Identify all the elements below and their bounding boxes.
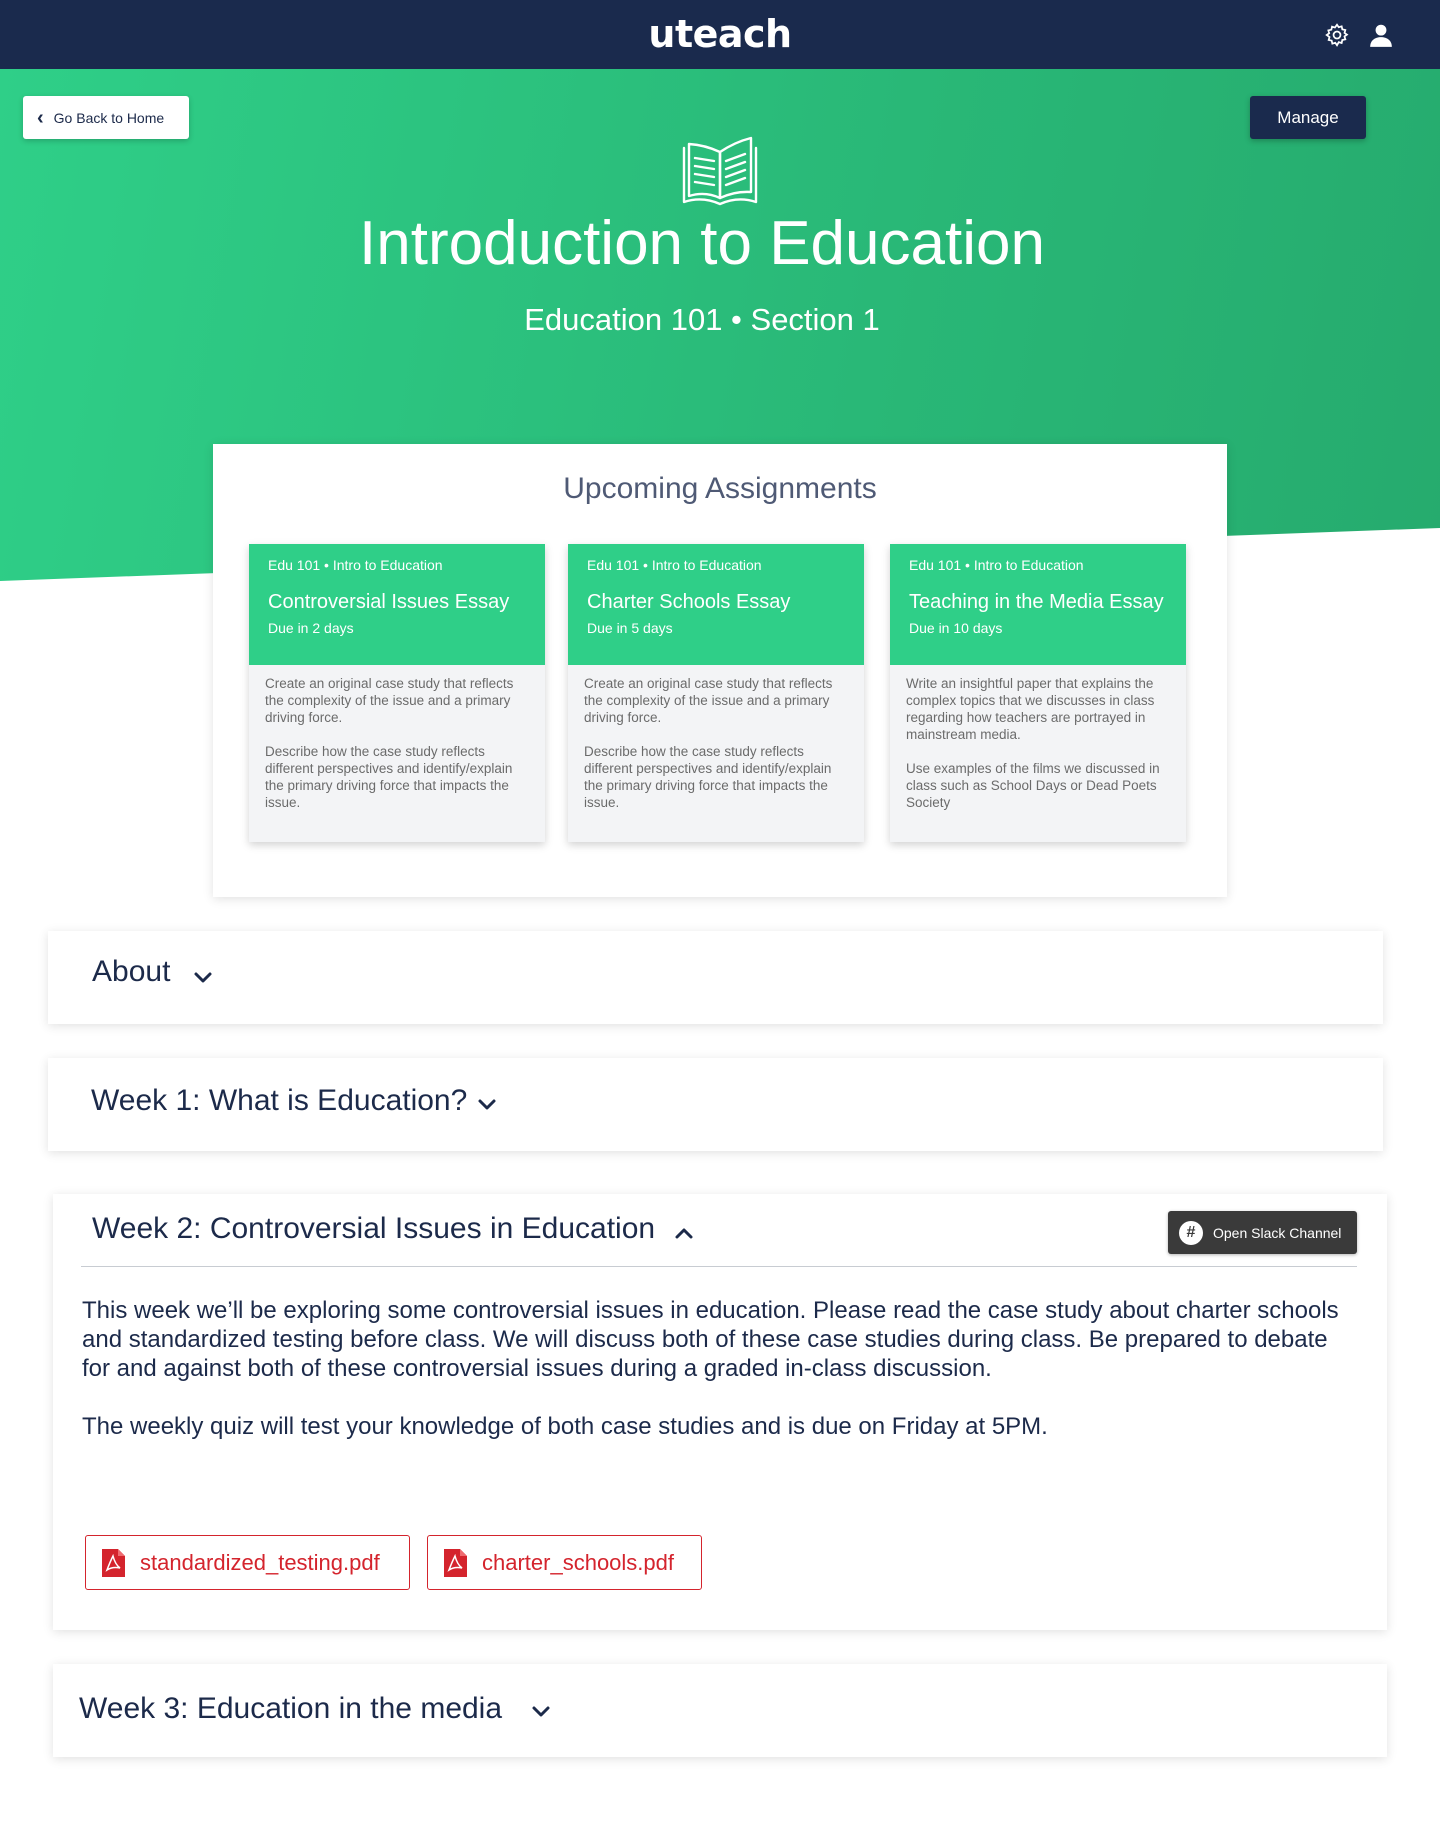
- assignment-title: Controversial Issues Essay: [268, 591, 510, 613]
- pdf-file-name: charter_schools.pdf: [482, 1549, 674, 1575]
- chevron-down-icon[interactable]: [192, 971, 214, 985]
- assignment-description: Create an original case study that refle…: [265, 676, 514, 810]
- assignment-card-header: Edu 101 • Intro to Education Controversi…: [249, 544, 545, 665]
- assignment-card[interactable]: Edu 101 • Intro to Education Teaching in…: [890, 544, 1186, 842]
- about-section-title[interactable]: About: [92, 955, 170, 989]
- week2-section-title[interactable]: Week 2: Controversial Issues in Educatio…: [92, 1212, 655, 1246]
- go-back-home-label: Go Back to Home: [53, 109, 165, 126]
- assignment-title: Charter Schools Essay: [587, 591, 791, 613]
- pdf-file-link[interactable]: standardized_testing.pdf: [85, 1535, 410, 1590]
- assignment-course: Edu 101 • Intro to Education: [909, 557, 1084, 573]
- assignment-due: Due in 10 days: [909, 620, 1003, 636]
- about-section: [48, 931, 1383, 1024]
- assignment-course: Edu 101 • Intro to Education: [587, 557, 762, 573]
- slack-icon: #: [1179, 1220, 1203, 1245]
- assignment-course: Edu 101 • Intro to Education: [268, 557, 443, 573]
- chevron-up-icon[interactable]: [673, 1226, 695, 1240]
- course-subtitle: Education 101 • Section 1: [524, 302, 880, 337]
- pdf-file-name: standardized_testing.pdf: [140, 1549, 380, 1575]
- assignment-due: Due in 5 days: [587, 620, 673, 636]
- pdf-file-icon: [444, 1548, 467, 1577]
- gear-icon[interactable]: [1324, 22, 1350, 48]
- uteach-logo[interactable]: uteach: [0, 12, 1440, 56]
- assignment-description: Create an original case study that refle…: [584, 676, 833, 810]
- manage-button[interactable]: Manage: [1250, 96, 1366, 139]
- user-icon[interactable]: [1368, 22, 1394, 48]
- open-slack-channel-button[interactable]: # Open Slack Channel: [1168, 1211, 1357, 1254]
- assignment-card-header: Edu 101 • Intro to Education Charter Sch…: [568, 544, 864, 665]
- course-title: Introduction to Education: [359, 209, 1045, 278]
- open-book-icon: [682, 136, 758, 206]
- top-bar: uteach: [0, 0, 1440, 69]
- pdf-file-link[interactable]: charter_schools.pdf: [427, 1535, 702, 1590]
- open-slack-channel-label: Open Slack Channel: [1213, 1224, 1342, 1241]
- assignment-title: Teaching in the Media Essay: [909, 591, 1164, 613]
- week2-description: This week we’ll be exploring some contro…: [82, 1296, 1352, 1470]
- week2-paragraph: This week we’ll be exploring some contro…: [82, 1297, 1339, 1382]
- upcoming-assignments-heading: Upcoming Assignments: [563, 472, 877, 505]
- assignment-card[interactable]: Edu 101 • Intro to Education Controversi…: [249, 544, 545, 842]
- assignment-description: Write an insightful paper that explains …: [906, 676, 1160, 810]
- week3-section-title[interactable]: Week 3: Education in the media: [79, 1692, 502, 1726]
- upcoming-assignments-panel: Upcoming Assignments Edu 101 • Intro to …: [213, 444, 1227, 897]
- assignment-due: Due in 2 days: [268, 620, 354, 636]
- assignment-card[interactable]: Edu 101 • Intro to Education Charter Sch…: [568, 544, 864, 842]
- section-divider: [81, 1266, 1357, 1267]
- pdf-file-icon: [102, 1548, 125, 1577]
- assignment-card-header: Edu 101 • Intro to Education Teaching in…: [890, 544, 1186, 665]
- go-back-home-button[interactable]: ‹ Go Back to Home: [23, 96, 189, 139]
- week2-paragraph: The weekly quiz will test your knowledge…: [82, 1413, 1048, 1440]
- chevron-left-icon: ‹: [37, 106, 44, 129]
- chevron-down-icon[interactable]: [476, 1098, 498, 1112]
- week1-section-title[interactable]: Week 1: What is Education?: [91, 1084, 467, 1118]
- chevron-down-icon[interactable]: [530, 1705, 552, 1719]
